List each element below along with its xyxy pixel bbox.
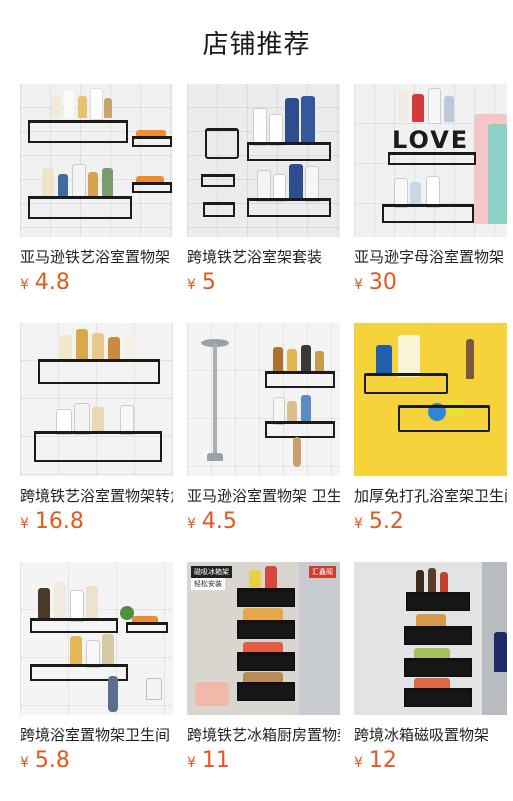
product-price: ¥ 11: [187, 748, 230, 776]
product-card[interactable]: 亚马逊铁艺浴室置物架 ¥ 4.8: [20, 84, 173, 323]
price-value: 11: [201, 748, 230, 773]
product-price: ¥ 12: [354, 748, 397, 776]
product-price: ¥ 16.8: [20, 509, 84, 537]
product-name[interactable]: 亚马逊浴室置物架 卫生间: [187, 485, 340, 506]
product-name[interactable]: 跨境浴室置物架卫生间: [20, 724, 173, 745]
currency-symbol: ¥: [187, 755, 196, 771]
product-price: ¥ 30: [354, 270, 397, 298]
product-price: ¥ 4.5: [187, 509, 237, 537]
product-name[interactable]: 跨境铁艺浴室架套装: [187, 246, 340, 267]
love-sign: LOVE: [392, 126, 470, 154]
product-name[interactable]: 加厚免打孔浴室架卫生间: [354, 485, 507, 506]
product-name[interactable]: 跨境冰箱磁吸置物架: [354, 724, 507, 745]
badge-brand: 汇鑫阁: [309, 566, 336, 578]
product-card[interactable]: 跨境铁艺浴室架套装 ¥ 5: [187, 84, 340, 323]
product-image[interactable]: [20, 562, 173, 715]
price-value: 12: [368, 748, 397, 773]
section-title: 店铺推荐: [202, 30, 311, 60]
price-value: 5: [201, 270, 216, 295]
currency-symbol: ¥: [187, 277, 196, 293]
product-price: ¥ 5.8: [20, 748, 70, 776]
price-value: 4.5: [201, 509, 237, 534]
product-name[interactable]: 亚马逊字母浴室置物架: [354, 246, 507, 267]
product-card[interactable]: LOVE 亚马逊字母浴室置物架 ¥ 30: [354, 84, 507, 323]
currency-symbol: ¥: [20, 277, 29, 293]
currency-symbol: ¥: [354, 277, 363, 293]
currency-symbol: ¥: [187, 516, 196, 532]
product-price: ¥ 5.2: [354, 509, 404, 537]
product-name[interactable]: 亚马逊铁艺浴室置物架: [20, 246, 173, 267]
product-card[interactable]: 跨境铁艺浴室置物架转角 ¥ 16.8: [20, 323, 173, 562]
product-price: ¥ 4.8: [20, 270, 70, 298]
product-image[interactable]: LOVE: [354, 84, 507, 237]
product-price: ¥ 5: [187, 270, 216, 298]
product-name[interactable]: 跨境铁艺冰箱厨房置物架: [187, 724, 340, 745]
price-value: 16.8: [34, 509, 84, 534]
currency-symbol: ¥: [20, 755, 29, 771]
price-value: 4.8: [34, 270, 70, 295]
product-card[interactable]: 跨境冰箱磁吸置物架 ¥ 12: [354, 562, 507, 801]
currency-symbol: ¥: [354, 755, 363, 771]
currency-symbol: ¥: [354, 516, 363, 532]
product-card[interactable]: 磁吸冰箱架 轻松安装 汇鑫阁 跨境铁艺冰箱厨房置物架 ¥ 11: [187, 562, 340, 801]
price-value: 5.2: [368, 509, 404, 534]
product-image[interactable]: [354, 562, 507, 715]
badge-magnetic: 磁吸冰箱架: [191, 566, 232, 578]
product-image[interactable]: [354, 323, 507, 476]
price-value: 30: [368, 270, 397, 295]
product-card[interactable]: 跨境浴室置物架卫生间 ¥ 5.8: [20, 562, 173, 801]
product-image[interactable]: 磁吸冰箱架 轻松安装 汇鑫阁: [187, 562, 340, 715]
product-grid: 亚马逊铁艺浴室置物架 ¥ 4.8 跨境铁艺浴室架套装 ¥ 5 LOVE 亚马逊字…: [20, 84, 507, 801]
product-image[interactable]: [20, 323, 173, 476]
product-card[interactable]: 加厚免打孔浴室架卫生间 ¥ 5.2: [354, 323, 507, 562]
price-value: 5.8: [34, 748, 70, 773]
product-image[interactable]: [187, 84, 340, 237]
product-name[interactable]: 跨境铁艺浴室置物架转角: [20, 485, 173, 506]
product-image[interactable]: [20, 84, 173, 237]
product-card[interactable]: 亚马逊浴室置物架 卫生间 ¥ 4.5: [187, 323, 340, 562]
currency-symbol: ¥: [20, 516, 29, 532]
product-image[interactable]: [187, 323, 340, 476]
badge-easy-install: 轻松安装: [191, 578, 225, 590]
